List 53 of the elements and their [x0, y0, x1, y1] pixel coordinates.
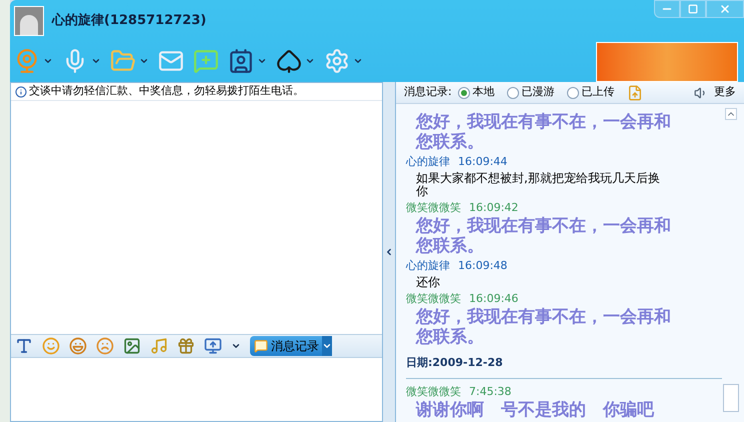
- message-time: 16:09:42: [469, 200, 518, 216]
- info-icon: [15, 86, 27, 98]
- date-label: 日期:2009-12-28: [406, 355, 503, 371]
- more-button[interactable]: 更多: [714, 84, 736, 101]
- caret-icon[interactable]: [43, 56, 53, 66]
- caret-icon[interactable]: [139, 56, 149, 66]
- sender-name: 微笑微微笑: [406, 291, 461, 307]
- window-title: 心的旋律(1285712723): [52, 12, 206, 30]
- message-text: 如果大家都不想被封,那就把宠给我玩几天后换你: [415, 172, 661, 198]
- message-history-button[interactable]: 消息记录: [250, 336, 332, 356]
- font-icon[interactable]: [15, 337, 33, 355]
- message-text: 还你: [415, 276, 441, 289]
- caret-icon: [322, 336, 332, 356]
- scroll-thumb[interactable]: [723, 384, 739, 412]
- caret-icon[interactable]: [305, 56, 315, 66]
- chat-bubble-icon: [254, 339, 268, 353]
- music-icon[interactable]: [150, 337, 168, 355]
- caret-icon[interactable]: [91, 56, 101, 66]
- caret-icon[interactable]: [353, 56, 363, 66]
- card-icon[interactable]: [228, 48, 254, 74]
- auto-reply-text: 谢谢你啊 号不是我的 你骗吧: [414, 400, 656, 420]
- sender-name: 微笑微微笑: [406, 200, 461, 216]
- face-icon[interactable]: [96, 337, 114, 355]
- close-button[interactable]: [706, 0, 744, 18]
- message-time: 16:09:46: [469, 291, 518, 307]
- gift-icon[interactable]: [177, 337, 195, 355]
- scroll-up-icon[interactable]: [725, 108, 737, 120]
- close-icon: [719, 3, 731, 15]
- caret-icon[interactable]: [257, 56, 267, 66]
- message-time: 7:45:38: [469, 384, 512, 400]
- source-radio[interactable]: 本地: [458, 84, 495, 101]
- safety-notice: 交谈中请勿轻信汇款、中奖信息，勿轻易拨打陌生电话。: [29, 83, 304, 100]
- upload-icon[interactable]: [626, 84, 643, 100]
- auto-reply-text: 您好，我现在有事不在，一会再和您联系。: [414, 112, 672, 152]
- avatar: [14, 6, 44, 36]
- caret-icon[interactable]: [231, 341, 241, 351]
- emoticon-icon[interactable]: [69, 337, 87, 355]
- auto-reply-text: 您好，我现在有事不在，一会再和您联系。: [414, 307, 672, 347]
- sender-name: 心的旋律: [406, 258, 450, 274]
- smiley-icon[interactable]: [42, 337, 60, 355]
- minimize-button[interactable]: [654, 0, 680, 18]
- auto-reply-text: 您好，我现在有事不在，一会再和您联系。: [414, 216, 672, 256]
- message-time: 16:09:48: [458, 258, 508, 274]
- history-label: 消息记录:: [404, 84, 452, 100]
- screenshot-icon[interactable]: [204, 337, 222, 355]
- source-radio[interactable]: 已上传: [566, 84, 615, 101]
- message-time: 16:09:44: [458, 154, 508, 170]
- source-radio[interactable]: 已漫游: [506, 84, 555, 101]
- maximize-icon: [688, 4, 698, 14]
- picture-icon[interactable]: [123, 337, 141, 355]
- sender-name: 心的旋律: [406, 154, 450, 170]
- maximize-button[interactable]: [680, 0, 706, 18]
- sender-name: 微笑微微笑: [406, 384, 461, 400]
